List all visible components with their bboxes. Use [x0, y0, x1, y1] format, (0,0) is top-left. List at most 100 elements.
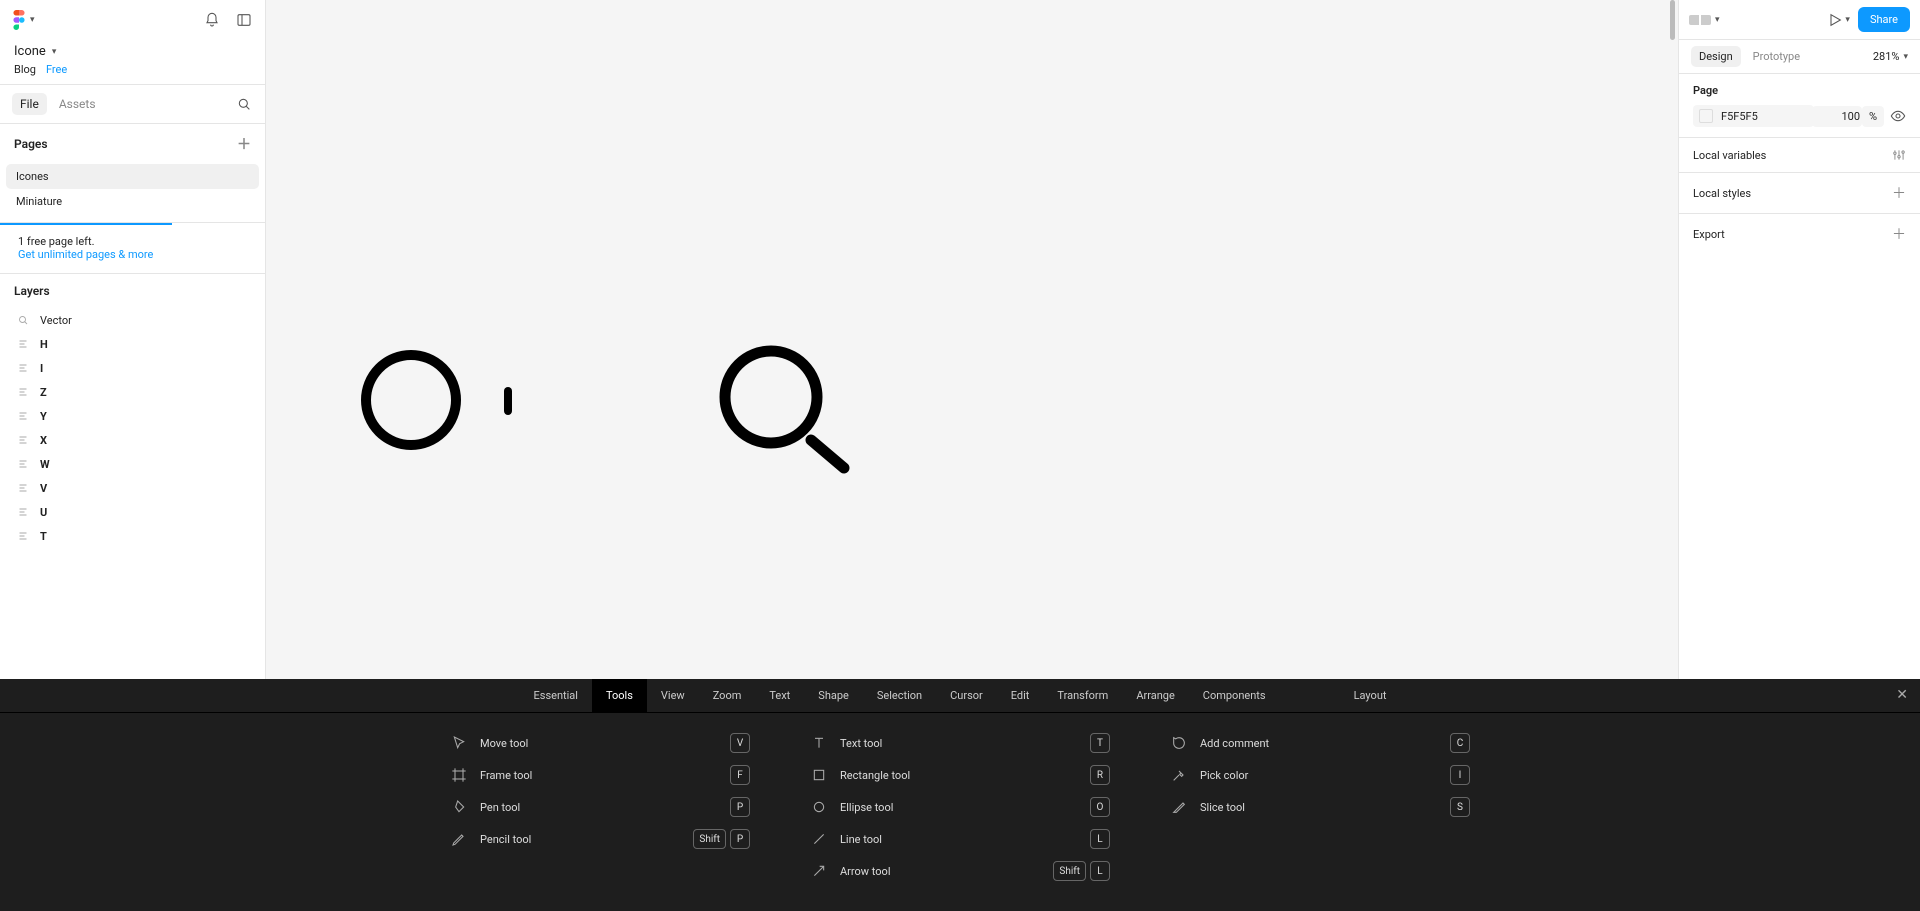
quota-upgrade-link[interactable]: Get unlimited pages & more [18, 248, 247, 261]
shortcut-row: Pen toolP [450, 791, 750, 823]
shortcut-row: Rectangle toolR [810, 759, 1110, 791]
shortcut-row: Pick color I [1170, 759, 1470, 791]
panel-toggle-button[interactable] [235, 11, 253, 29]
layer-item[interactable]: W [0, 452, 265, 476]
canvas-shape-magnifier-handle[interactable] [811, 440, 844, 468]
shortcut-key: I [1450, 765, 1470, 785]
slice-icon [1170, 798, 1188, 816]
multiplayer-avatars[interactable]: ▾ [1689, 15, 1720, 25]
variables-settings-button[interactable] [1892, 148, 1906, 162]
layer-item[interactable]: Z [0, 380, 265, 404]
page-fill-input[interactable]: F5F5F5 [1693, 105, 1814, 127]
shortcut-key: P [730, 797, 750, 817]
canvas-content [266, 0, 1166, 520]
shortcuts-tab[interactable]: Tools [592, 679, 647, 713]
shortcut-key: C [1450, 733, 1470, 753]
zoom-control[interactable]: 281% ▾ [1873, 50, 1908, 63]
move-icon [450, 734, 468, 752]
pencil-icon [450, 830, 468, 848]
layer-item[interactable]: Y [0, 404, 265, 428]
arrow-icon [810, 862, 828, 880]
shortcut-label: Move tool [480, 737, 528, 750]
shortcut-label: Arrow tool [840, 865, 891, 878]
tab-file[interactable]: File [12, 93, 47, 115]
layers-header: Layers [14, 284, 50, 298]
shortcut-key: Shift [1053, 861, 1086, 881]
layer-label: W [40, 458, 50, 471]
shortcuts-tab[interactable]: Components [1189, 679, 1280, 713]
canvas-shape-magnifier-circle[interactable] [725, 351, 817, 443]
shortcut-row: Line toolL [810, 823, 1110, 855]
search-button[interactable] [235, 95, 253, 113]
fill-swatch[interactable] [1699, 109, 1713, 123]
layer-label: U [40, 506, 47, 519]
shortcuts-tab-layout[interactable]: Layout [1340, 679, 1401, 713]
shortcuts-tab[interactable]: Essential [520, 679, 592, 713]
add-export-button[interactable]: ＋ [1892, 224, 1906, 244]
breadcrumb-plan[interactable]: Free [46, 63, 67, 76]
present-button[interactable]: ▾ [1827, 12, 1850, 28]
add-style-button[interactable]: ＋ [1892, 183, 1906, 203]
canvas-shape-circle[interactable] [366, 355, 456, 445]
canvas-scrollbar[interactable] [1666, 0, 1678, 40]
shortcuts-tab[interactable]: Shape [804, 679, 863, 713]
tab-prototype[interactable]: Prototype [1745, 46, 1808, 67]
shortcut-label: Ellipse tool [840, 801, 893, 814]
shortcuts-tab[interactable]: Arrange [1122, 679, 1188, 713]
fill-opacity[interactable]: 100 [1812, 106, 1862, 127]
shortcut-row: Frame toolF [450, 759, 750, 791]
avatar [1689, 15, 1711, 25]
local-variables-label[interactable]: Local variables [1693, 149, 1766, 162]
page-item-miniature[interactable]: Miniature [6, 189, 259, 214]
shortcut-key: F [730, 765, 750, 785]
layer-item[interactable]: Vector [0, 308, 265, 332]
layer-item[interactable]: V [0, 476, 265, 500]
local-styles-label[interactable]: Local styles [1693, 187, 1751, 200]
layer-item[interactable]: X [0, 428, 265, 452]
shortcuts-tab[interactable]: Transform [1043, 679, 1122, 713]
shortcuts-close-button[interactable]: ✕ [1896, 687, 1908, 703]
layer-item[interactable]: H [0, 332, 265, 356]
tab-assets[interactable]: Assets [51, 93, 104, 115]
shortcut-label: Line tool [840, 833, 882, 846]
shortcuts-column-2: Text toolTRectangle toolREllipse toolOLi… [810, 727, 1110, 887]
layer-type-icon [16, 361, 30, 375]
layer-type-icon [16, 409, 30, 423]
shortcuts-column-1: Move toolVFrame toolFPen toolPPencil too… [450, 727, 750, 887]
breadcrumb-project[interactable]: Blog [14, 63, 36, 76]
shortcuts-tab[interactable]: Text [755, 679, 804, 713]
zoom-value: 281% [1873, 50, 1900, 63]
file-title[interactable]: Icone ▾ [14, 44, 251, 59]
shortcut-key: V [730, 733, 750, 753]
add-page-button[interactable]: ＋ [237, 134, 251, 154]
shortcuts-tab[interactable]: Selection [863, 679, 936, 713]
export-label[interactable]: Export [1693, 228, 1725, 241]
layer-label: Y [40, 410, 47, 423]
layer-item[interactable]: I [0, 356, 265, 380]
fill-opacity-unit: % [1862, 106, 1884, 127]
ellipse-icon [810, 798, 828, 816]
layer-item[interactable]: U [0, 500, 265, 524]
quota-banner: 1 free page left. Get unlimited pages & … [0, 222, 265, 274]
share-button[interactable]: Share [1858, 7, 1910, 32]
page-item-icones[interactable]: Icones [6, 164, 259, 189]
notifications-button[interactable] [203, 11, 221, 29]
shortcuts-tab[interactable]: View [647, 679, 699, 713]
chevron-down-icon: ▾ [30, 15, 35, 25]
figma-menu[interactable]: ▾ [12, 10, 35, 30]
shortcuts-tab[interactable]: Zoom [699, 679, 756, 713]
shortcuts-column-3: Add commentCPick colorISlice toolS [1170, 727, 1470, 887]
layer-type-icon [16, 481, 30, 495]
layer-label: I [40, 362, 43, 375]
shortcuts-tab[interactable]: Edit [997, 679, 1044, 713]
layer-item[interactable]: T [0, 524, 265, 548]
shortcut-label: Pick color [1200, 769, 1248, 782]
canvas-shape-bar[interactable] [504, 387, 512, 415]
text-icon [810, 734, 828, 752]
fill-visibility-toggle[interactable] [1890, 108, 1906, 124]
tab-design[interactable]: Design [1691, 46, 1741, 67]
pages-list: Icones Miniature [0, 164, 265, 222]
shortcuts-tab[interactable]: Cursor [936, 679, 997, 713]
chevron-down-icon: ▾ [52, 47, 57, 57]
fill-hex: F5F5F5 [1721, 110, 1758, 123]
